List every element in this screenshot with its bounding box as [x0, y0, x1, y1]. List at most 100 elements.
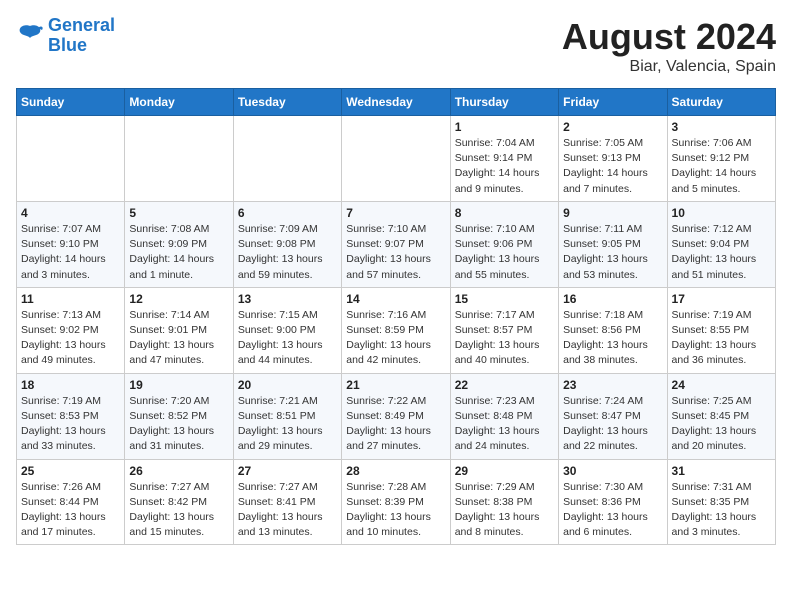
- calendar-cell: 16Sunrise: 7:18 AM Sunset: 8:56 PM Dayli…: [559, 287, 667, 373]
- day-info: Sunrise: 7:29 AM Sunset: 8:38 PM Dayligh…: [455, 480, 554, 541]
- day-number: 4: [21, 206, 120, 220]
- calendar-cell: 18 Sunrise: 7:19 AM Sunset: 8:53 PM Dayli…: [17, 373, 125, 459]
- day-info: Sunrise: 7:08 AM Sunset: 9:09 PM Dayligh…: [129, 222, 228, 283]
- day-info: Sunrise: 7:12 AM Sunset: 9:04 PM Dayligh…: [672, 222, 771, 283]
- calendar-cell: 3 Sunrise: 7:06 AM Sunset: 9:12 PM Daylig…: [667, 116, 775, 202]
- calendar-cell: 4 Sunrise: 7:07 AM Sunset: 9:10 PM Daylig…: [17, 201, 125, 287]
- calendar-cell: 24Sunrise: 7:25 AM Sunset: 8:45 PM Dayli…: [667, 373, 775, 459]
- weekday-header-thursday: Thursday: [450, 89, 558, 116]
- day-info: Sunrise: 7:13 AM Sunset: 9:02 PM Dayligh…: [21, 308, 120, 369]
- day-number: 21: [346, 378, 445, 392]
- location-subtitle: Biar, Valencia, Spain: [562, 58, 776, 76]
- day-info: Sunrise: 7:19 AM Sunset: 8:53 PM Dayligh…: [21, 394, 120, 455]
- day-number: 31: [672, 464, 771, 478]
- calendar-week-row: 18 Sunrise: 7:19 AM Sunset: 8:53 PM Dayli…: [17, 373, 776, 459]
- calendar-cell: 30Sunrise: 7:30 AM Sunset: 8:36 PM Dayli…: [559, 459, 667, 545]
- calendar-cell: 28Sunrise: 7:28 AM Sunset: 8:39 PM Dayli…: [342, 459, 450, 545]
- month-year-title: August 2024: [562, 16, 776, 58]
- day-number: 23: [563, 378, 662, 392]
- day-info: Sunrise: 7:23 AM Sunset: 8:48 PM Dayligh…: [455, 394, 554, 455]
- day-number: 15: [455, 292, 554, 306]
- calendar-cell: 11Sunrise: 7:13 AM Sunset: 9:02 PM Dayli…: [17, 287, 125, 373]
- calendar-cell: 1 Sunrise: 7:04 AM Sunset: 9:14 PM Daylig…: [450, 116, 558, 202]
- day-number: 26: [129, 464, 228, 478]
- calendar-table: SundayMondayTuesdayWednesdayThursdayFrid…: [16, 88, 776, 545]
- day-number: 30: [563, 464, 662, 478]
- day-number: 18: [21, 378, 120, 392]
- day-number: 17: [672, 292, 771, 306]
- day-number: 8: [455, 206, 554, 220]
- calendar-cell: 21 Sunrise: 7:22 AM Sunset: 8:49 PM Dayli…: [342, 373, 450, 459]
- day-info: Sunrise: 7:07 AM Sunset: 9:10 PM Dayligh…: [21, 222, 120, 283]
- day-info: Sunrise: 7:10 AM Sunset: 9:06 PM Dayligh…: [455, 222, 554, 283]
- calendar-cell: 14Sunrise: 7:16 AM Sunset: 8:59 PM Dayli…: [342, 287, 450, 373]
- calendar-cell: 13 Sunrise: 7:15 AM Sunset: 9:00 PM Dayli…: [233, 287, 341, 373]
- day-number: 25: [21, 464, 120, 478]
- day-info: Sunrise: 7:31 AM Sunset: 8:35 PM Dayligh…: [672, 480, 771, 541]
- day-info: Sunrise: 7:15 AM Sunset: 9:00 PM Dayligh…: [238, 308, 337, 369]
- day-info: Sunrise: 7:22 AM Sunset: 8:49 PM Dayligh…: [346, 394, 445, 455]
- calendar-cell: 27 Sunrise: 7:27 AM Sunset: 8:41 PM Dayli…: [233, 459, 341, 545]
- calendar-week-row: 1 Sunrise: 7:04 AM Sunset: 9:14 PM Daylig…: [17, 116, 776, 202]
- day-number: 5: [129, 206, 228, 220]
- weekday-header-monday: Monday: [125, 89, 233, 116]
- calendar-cell: [233, 116, 341, 202]
- calendar-cell: 25 Sunrise: 7:26 AM Sunset: 8:44 PM Dayli…: [17, 459, 125, 545]
- day-info: Sunrise: 7:27 AM Sunset: 8:42 PM Dayligh…: [129, 480, 228, 541]
- day-info: Sunrise: 7:11 AM Sunset: 9:05 PM Dayligh…: [563, 222, 662, 283]
- day-number: 7: [346, 206, 445, 220]
- calendar-cell: 7Sunrise: 7:10 AM Sunset: 9:07 PM Daylig…: [342, 201, 450, 287]
- logo-bird-icon: [16, 22, 44, 50]
- calendar-cell: 6 Sunrise: 7:09 AM Sunset: 9:08 PM Daylig…: [233, 201, 341, 287]
- weekday-header-row: SundayMondayTuesdayWednesdayThursdayFrid…: [17, 89, 776, 116]
- calendar-cell: 29 Sunrise: 7:29 AM Sunset: 8:38 PM Dayli…: [450, 459, 558, 545]
- day-number: 3: [672, 120, 771, 134]
- day-info: Sunrise: 7:27 AM Sunset: 8:41 PM Dayligh…: [238, 480, 337, 541]
- day-number: 28: [346, 464, 445, 478]
- weekday-header-wednesday: Wednesday: [342, 89, 450, 116]
- calendar-week-row: 11Sunrise: 7:13 AM Sunset: 9:02 PM Dayli…: [17, 287, 776, 373]
- calendar-cell: 31 Sunrise: 7:31 AM Sunset: 8:35 PM Dayli…: [667, 459, 775, 545]
- calendar-cell: 20Sunrise: 7:21 AM Sunset: 8:51 PM Dayli…: [233, 373, 341, 459]
- calendar-cell: 17 Sunrise: 7:19 AM Sunset: 8:55 PM Dayli…: [667, 287, 775, 373]
- day-number: 1: [455, 120, 554, 134]
- day-number: 29: [455, 464, 554, 478]
- calendar-cell: 10 Sunrise: 7:12 AM Sunset: 9:04 PM Dayli…: [667, 201, 775, 287]
- day-info: Sunrise: 7:24 AM Sunset: 8:47 PM Dayligh…: [563, 394, 662, 455]
- day-info: Sunrise: 7:09 AM Sunset: 9:08 PM Dayligh…: [238, 222, 337, 283]
- logo-line2: Blue: [48, 35, 87, 55]
- day-info: Sunrise: 7:04 AM Sunset: 9:14 PM Dayligh…: [455, 136, 554, 197]
- day-number: 6: [238, 206, 337, 220]
- day-info: Sunrise: 7:14 AM Sunset: 9:01 PM Dayligh…: [129, 308, 228, 369]
- day-number: 9: [563, 206, 662, 220]
- calendar-cell: 26 Sunrise: 7:27 AM Sunset: 8:42 PM Dayli…: [125, 459, 233, 545]
- day-number: 16: [563, 292, 662, 306]
- day-number: 27: [238, 464, 337, 478]
- calendar-week-row: 4 Sunrise: 7:07 AM Sunset: 9:10 PM Daylig…: [17, 201, 776, 287]
- logo: General Blue: [16, 16, 115, 56]
- day-number: 22: [455, 378, 554, 392]
- calendar-cell: [342, 116, 450, 202]
- day-info: Sunrise: 7:06 AM Sunset: 9:12 PM Dayligh…: [672, 136, 771, 197]
- calendar-cell: 19Sunrise: 7:20 AM Sunset: 8:52 PM Dayli…: [125, 373, 233, 459]
- day-info: Sunrise: 7:16 AM Sunset: 8:59 PM Dayligh…: [346, 308, 445, 369]
- calendar-cell: 2Sunrise: 7:05 AM Sunset: 9:13 PM Daylig…: [559, 116, 667, 202]
- calendar-cell: 23 Sunrise: 7:24 AM Sunset: 8:47 PM Dayli…: [559, 373, 667, 459]
- title-block: August 2024 Biar, Valencia, Spain: [562, 16, 776, 76]
- day-number: 13: [238, 292, 337, 306]
- day-number: 10: [672, 206, 771, 220]
- calendar-cell: [17, 116, 125, 202]
- day-number: 2: [563, 120, 662, 134]
- weekday-header-sunday: Sunday: [17, 89, 125, 116]
- logo-line1: General: [48, 15, 115, 35]
- calendar-cell: 5 Sunrise: 7:08 AM Sunset: 9:09 PM Daylig…: [125, 201, 233, 287]
- weekday-header-friday: Friday: [559, 89, 667, 116]
- weekday-header-saturday: Saturday: [667, 89, 775, 116]
- day-info: Sunrise: 7:26 AM Sunset: 8:44 PM Dayligh…: [21, 480, 120, 541]
- calendar-cell: 12 Sunrise: 7:14 AM Sunset: 9:01 PM Dayli…: [125, 287, 233, 373]
- logo-text: General Blue: [48, 16, 115, 56]
- day-info: Sunrise: 7:17 AM Sunset: 8:57 PM Dayligh…: [455, 308, 554, 369]
- day-info: Sunrise: 7:19 AM Sunset: 8:55 PM Dayligh…: [672, 308, 771, 369]
- day-info: Sunrise: 7:20 AM Sunset: 8:52 PM Dayligh…: [129, 394, 228, 455]
- day-number: 12: [129, 292, 228, 306]
